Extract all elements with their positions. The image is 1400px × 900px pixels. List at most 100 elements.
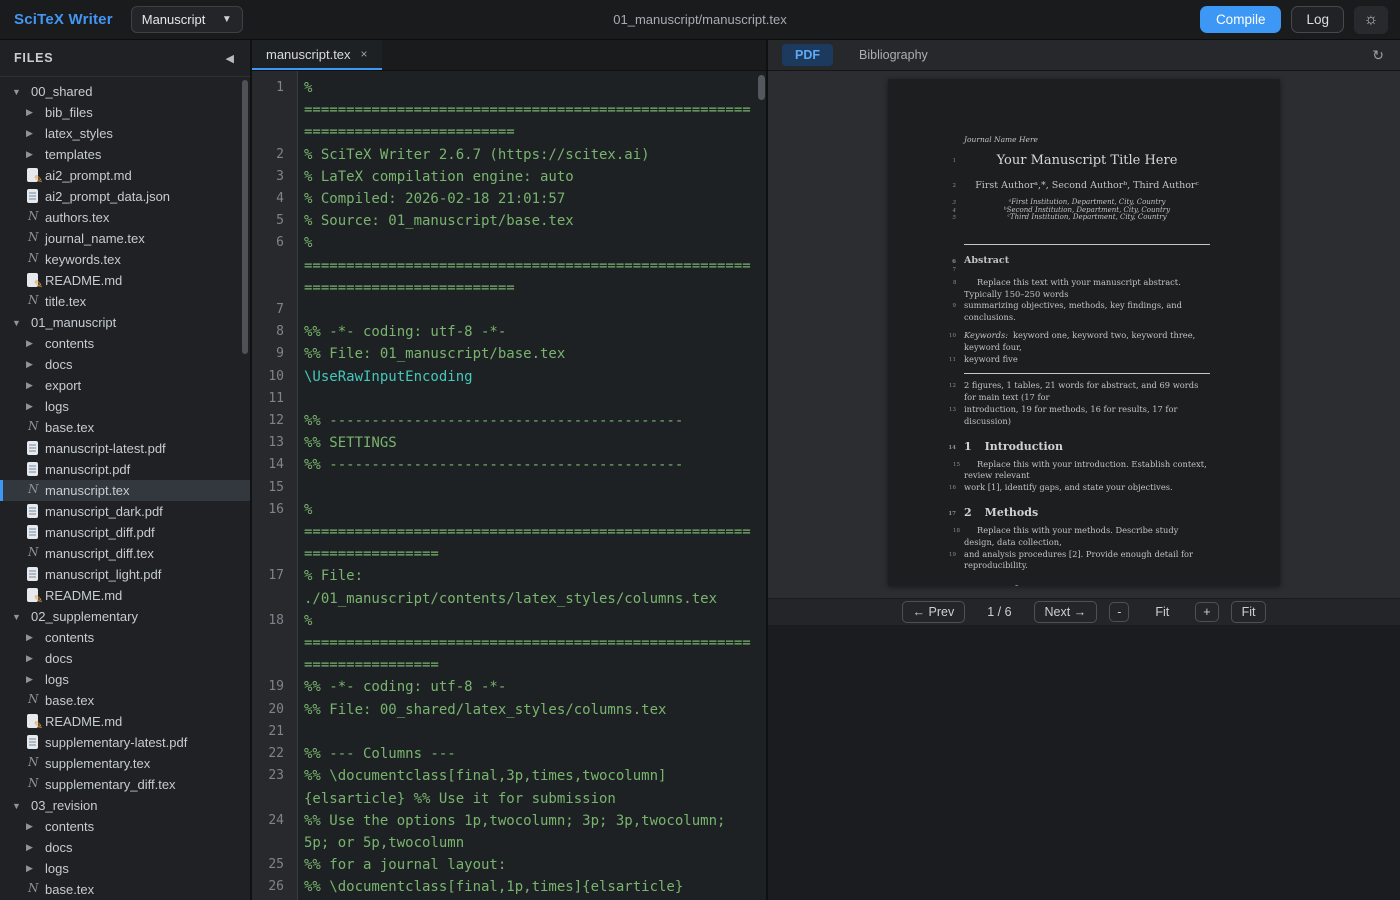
- file-tree-item[interactable]: bib_files: [0, 102, 250, 123]
- compile-button[interactable]: Compile: [1200, 6, 1282, 33]
- disclosure-triangle-icon: [26, 674, 42, 685]
- file-tree-item[interactable]: contents: [0, 816, 250, 837]
- line-number: 2: [252, 144, 297, 166]
- file-tree-item[interactable]: logs: [0, 669, 250, 690]
- file-type-icon: [26, 546, 42, 561]
- file-tree-item[interactable]: docs: [0, 837, 250, 858]
- file-tree-item[interactable]: base.tex: [0, 879, 250, 900]
- code-line[interactable]: 14 %% ----------------------------------…: [252, 454, 766, 476]
- code-line-text: [297, 477, 766, 499]
- editor-scrollbar-thumb[interactable]: [758, 75, 765, 100]
- code-line[interactable]: 19 %% -*- coding: utf-8 -*-: [252, 676, 766, 698]
- fit-button[interactable]: Fit: [1231, 601, 1267, 623]
- file-tree-item[interactable]: logs: [0, 396, 250, 417]
- zoom-out-button[interactable]: -: [1109, 602, 1129, 622]
- file-tree-item[interactable]: templates: [0, 144, 250, 165]
- document-type-dropdown[interactable]: Manuscript ▼: [131, 6, 243, 33]
- file-tree-item[interactable]: docs: [0, 648, 250, 669]
- theme-toggle-button[interactable]: ☼: [1354, 6, 1388, 34]
- code-line[interactable]: 3 % LaTeX compilation engine: auto: [252, 166, 766, 188]
- file-tree-item[interactable]: export: [0, 375, 250, 396]
- file-tree-item[interactable]: contents: [0, 627, 250, 648]
- file-tree-item[interactable]: keywords.tex: [0, 249, 250, 270]
- file-tree-item[interactable]: manuscript.pdf: [0, 459, 250, 480]
- file-tree-item[interactable]: supplementary_diff.tex: [0, 774, 250, 795]
- file-tree-item[interactable]: manuscript.tex: [0, 480, 250, 501]
- pdf-text-line: 19and analysis procedures [2]. Provide e…: [964, 549, 1210, 573]
- file-tree-item[interactable]: manuscript_diff.tex: [0, 543, 250, 564]
- file-tree-item[interactable]: title.tex: [0, 291, 250, 312]
- pdf-line-text: ᶜThird Institution, Department, City, Co…: [1007, 213, 1166, 221]
- file-tree-item[interactable]: ai2_prompt_data.json: [0, 186, 250, 207]
- code-line-text: % ======================================…: [297, 610, 766, 677]
- zoom-in-button[interactable]: +: [1195, 602, 1218, 622]
- code-line[interactable]: 7: [252, 299, 766, 321]
- file-tree-item[interactable]: 00_shared: [0, 81, 250, 102]
- file-tree-item[interactable]: manuscript_dark.pdf: [0, 501, 250, 522]
- code-line[interactable]: 25 %% for a journal layout:: [252, 854, 766, 876]
- file-tree-item[interactable]: 03_revision: [0, 795, 250, 816]
- tab-pdf[interactable]: PDF: [782, 44, 833, 66]
- refresh-icon[interactable]: ↻: [1372, 47, 1384, 64]
- code-line[interactable]: 13 %% SETTINGS: [252, 432, 766, 454]
- file-tree-item[interactable]: README.md: [0, 585, 250, 606]
- file-tree-item[interactable]: contents: [0, 333, 250, 354]
- code-line[interactable]: 26 %% \documentclass[final,1p,times]{els…: [252, 876, 766, 898]
- preview-tab-bar: PDF Bibliography ↻: [768, 40, 1400, 71]
- file-tree-item[interactable]: manuscript_diff.pdf: [0, 522, 250, 543]
- file-tree-item[interactable]: base.tex: [0, 690, 250, 711]
- code-line[interactable]: 18 % ===================================…: [252, 610, 766, 677]
- file-tree-item[interactable]: docs: [0, 354, 250, 375]
- page-indicator: 1 / 6: [987, 605, 1011, 619]
- code-line-text: [297, 721, 766, 743]
- code-line[interactable]: 17 % File: ./01_manuscript/contents/late…: [252, 565, 766, 609]
- file-tree-item[interactable]: manuscript_light.pdf: [0, 564, 250, 585]
- file-tree-item[interactable]: README.md: [0, 270, 250, 291]
- file-tree-item[interactable]: base.tex: [0, 417, 250, 438]
- file-tree-item[interactable]: 02_supplementary: [0, 606, 250, 627]
- tab-bibliography[interactable]: Bibliography: [859, 48, 928, 62]
- file-name-label: logs: [45, 672, 69, 687]
- file-name-label: manuscript_dark.pdf: [45, 504, 163, 519]
- file-tree-item[interactable]: journal_name.tex: [0, 228, 250, 249]
- code-line[interactable]: 10 \UseRawInputEncoding: [252, 366, 766, 388]
- file-tree-item[interactable]: 01_manuscript: [0, 312, 250, 333]
- code-line[interactable]: 12 %% ----------------------------------…: [252, 410, 766, 432]
- sidebar-collapse-icon[interactable]: ◀: [226, 52, 234, 65]
- code-line[interactable]: 6 % ====================================…: [252, 232, 766, 299]
- code-line[interactable]: 11: [252, 388, 766, 410]
- code-line[interactable]: 8 %% -*- coding: utf-8 -*-: [252, 321, 766, 343]
- code-line[interactable]: 1 % ====================================…: [252, 77, 766, 144]
- sidebar-scrollbar-thumb[interactable]: [242, 80, 248, 354]
- file-type-icon: [26, 504, 42, 519]
- editor-tab-manuscript[interactable]: manuscript.tex ×: [252, 40, 382, 70]
- prev-page-button[interactable]: ← Prev: [902, 601, 966, 623]
- file-type-icon: [26, 294, 42, 309]
- code-line[interactable]: 24 %% Use the options 1p,twocolumn; 3p; …: [252, 810, 766, 854]
- file-tree-item[interactable]: supplementary.tex: [0, 753, 250, 774]
- code-line[interactable]: 2 % SciTeX Writer 2.6.7 (https://scitex.…: [252, 144, 766, 166]
- active-document-path: 01_manuscript/manuscript.tex: [613, 12, 786, 27]
- file-tree-item[interactable]: logs: [0, 858, 250, 879]
- next-page-button[interactable]: Next →: [1034, 601, 1098, 623]
- log-button[interactable]: Log: [1291, 6, 1344, 33]
- file-tree-item[interactable]: latex_styles: [0, 123, 250, 144]
- code-line[interactable]: 20 %% File: 00_shared/latex_styles/colum…: [252, 699, 766, 721]
- code-line[interactable]: 5 % Source: 01_manuscript/base.tex: [252, 210, 766, 232]
- code-line[interactable]: 23 %% \documentclass[final,3p,times,twoc…: [252, 765, 766, 809]
- code-line[interactable]: 21: [252, 721, 766, 743]
- file-tree-item[interactable]: supplementary-latest.pdf: [0, 732, 250, 753]
- file-tree-item[interactable]: README.md: [0, 711, 250, 732]
- tab-close-icon[interactable]: ×: [361, 47, 368, 61]
- code-editor[interactable]: 1 % ====================================…: [252, 71, 766, 900]
- file-name-label: README.md: [45, 714, 122, 729]
- file-tree-item[interactable]: ai2_prompt.md: [0, 165, 250, 186]
- file-tree-item[interactable]: authors.tex: [0, 207, 250, 228]
- file-name-label: manuscript_light.pdf: [45, 567, 161, 582]
- code-line[interactable]: 22 %% --- Columns ---: [252, 743, 766, 765]
- code-line[interactable]: 15: [252, 477, 766, 499]
- code-line[interactable]: 9 %% File: 01_manuscript/base.tex: [252, 343, 766, 365]
- code-line[interactable]: 16 % ===================================…: [252, 499, 766, 566]
- file-tree-item[interactable]: manuscript-latest.pdf: [0, 438, 250, 459]
- code-line[interactable]: 4 % Compiled: 2026-02-18 21:01:57: [252, 188, 766, 210]
